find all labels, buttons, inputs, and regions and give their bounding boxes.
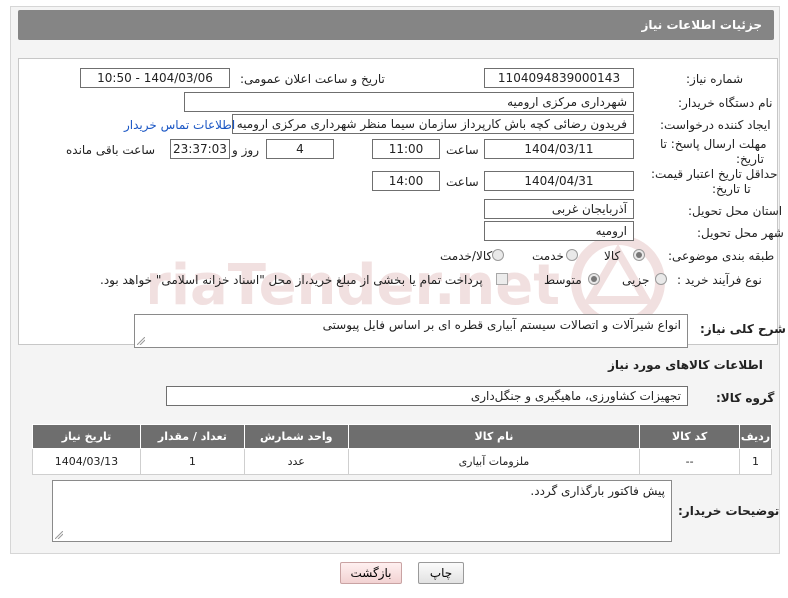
days-remaining-field: 4: [266, 139, 334, 159]
treasury-payment-checkbox[interactable]: [496, 273, 508, 285]
deadline-time-field: 11:00: [372, 139, 440, 159]
province-field: آذربایجان غربی: [484, 199, 634, 219]
cell-row-number: 1: [739, 448, 772, 475]
cell-quantity: 1: [139, 448, 245, 475]
buyer-field: شهرداری مرکزی ارومیه: [184, 92, 634, 112]
validity-time-label: ساعت: [446, 175, 479, 189]
buyer-notes-label: توضیحات خریدار:: [678, 504, 780, 518]
resize-handle-icon[interactable]: [137, 337, 145, 345]
cell-unit: عدد: [243, 448, 349, 475]
city-field: ارومیه: [484, 221, 634, 241]
price-validity-label-2: تا تاریخ:: [712, 182, 751, 196]
deadline-time-label: ساعت: [446, 143, 479, 157]
print-button[interactable]: چاپ: [418, 562, 464, 584]
description-label: شرح کلی نیاز:: [700, 322, 786, 336]
process-minor-label: جزیی: [622, 273, 650, 287]
creator-label: ایجاد کننده درخواست:: [660, 118, 771, 132]
col-goods-code: کد کالا: [639, 424, 741, 449]
deadline-date-field: 1404/03/11: [484, 139, 634, 159]
province-label: استان محل تحویل:: [688, 204, 783, 218]
announce-label: تاریخ و ساعت اعلان عمومی:: [240, 72, 385, 86]
treasury-payment-note: پرداخت تمام یا بخشی از مبلغ خرید،از محل …: [100, 273, 483, 287]
city-label: شهر محل تحویل:: [697, 226, 784, 240]
description-field: انواع شیرآلات و اتصالات سیستم آبیاری قطر…: [134, 314, 688, 348]
validity-time-field: 14:00: [372, 171, 440, 191]
description-text: انواع شیرآلات و اتصالات سیستم آبیاری قطر…: [322, 318, 681, 332]
table-row: 1 -- ملزومات آبیاری عدد 1 1404/03/13: [32, 448, 772, 475]
validity-date-field: 1404/04/31: [484, 171, 634, 191]
process-label: نوع فرآیند خرید :: [677, 273, 762, 287]
category-label: طبقه بندی موضوعی:: [668, 249, 775, 263]
goods-group-field: تجهیزات کشاورزی، ماهیگیری و جنگل‌داری: [166, 386, 688, 406]
days-label: روز و: [232, 143, 259, 157]
process-medium-label: متوسط: [544, 273, 582, 287]
col-quantity: تعداد / مقدار: [139, 424, 245, 449]
buyer-notes-field: پیش فاکتور بارگذاری گردد.: [52, 480, 672, 542]
process-medium-radio[interactable]: [588, 273, 600, 285]
category-goods-label: کالا: [604, 249, 621, 263]
goods-section-title: اطلاعات کالاهای مورد نیاز: [608, 358, 763, 372]
buyer-label: نام دستگاه خریدار:: [678, 96, 773, 110]
buyer-notes-text: پیش فاکتور بارگذاری گردد.: [530, 484, 665, 498]
need-number-field: 1104094839000143: [484, 68, 634, 88]
cell-need-date: 1404/03/13: [32, 448, 141, 475]
resize-handle-icon[interactable]: [55, 531, 63, 539]
creator-field: فریدون رضائی کچه باش کارپرداز سازمان سیم…: [232, 114, 634, 134]
back-button[interactable]: بازگشت: [340, 562, 402, 584]
remaining-time-field: 23:37:03: [170, 139, 230, 159]
category-goods-service-label: کالا/خدمت: [440, 249, 493, 263]
announce-datetime-field: 1404/03/06 - 10:50: [80, 68, 230, 88]
cell-goods-name: ملزومات آبیاری: [347, 448, 641, 475]
col-need-date: تاریخ نیاز: [32, 424, 141, 449]
deadline-label-2: تاریخ:: [736, 152, 764, 166]
buyer-contact-link[interactable]: اطلاعات تماس خریدار: [124, 118, 235, 132]
remaining-time-label: ساعت باقی مانده: [66, 143, 156, 157]
deadline-label: مهلت ارسال پاسخ: تا: [660, 137, 767, 151]
page-title: جزئیات اطلاعات نیاز: [18, 10, 774, 40]
category-service-label: خدمت: [532, 249, 564, 263]
goods-table: ردیف کد کالا نام کالا واحد شمارش تعداد /…: [32, 424, 772, 475]
need-number-label: شماره نیاز:: [686, 72, 743, 86]
col-goods-name: نام کالا: [347, 424, 641, 449]
cell-goods-code: --: [639, 448, 741, 475]
col-unit: واحد شمارش: [243, 424, 349, 449]
category-goods-radio[interactable]: [633, 249, 645, 261]
price-validity-label: حداقل تاریخ اعتبار قیمت:: [651, 167, 778, 181]
category-service-radio[interactable]: [566, 249, 578, 261]
category-goods-service-radio[interactable]: [492, 249, 504, 261]
process-minor-radio[interactable]: [655, 273, 667, 285]
col-row-number: ردیف: [739, 424, 772, 449]
goods-group-label: گروه کالا:: [716, 391, 775, 405]
